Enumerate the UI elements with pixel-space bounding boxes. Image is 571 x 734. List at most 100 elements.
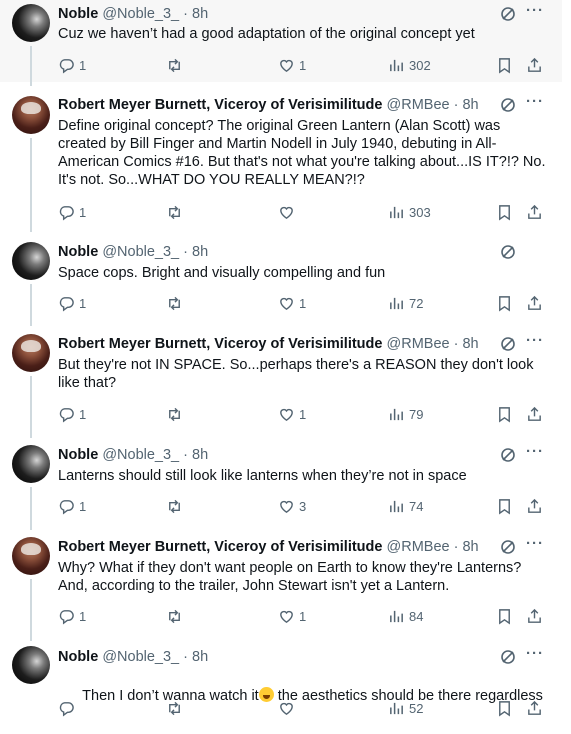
bookmark-button[interactable] — [496, 293, 513, 313]
timestamp[interactable]: 8h — [192, 244, 208, 260]
avatar[interactable] — [12, 537, 50, 575]
like-button[interactable] — [278, 202, 295, 222]
timestamp[interactable]: 8h — [192, 6, 208, 22]
retweet-button[interactable] — [166, 55, 183, 75]
bookmark-button[interactable] — [496, 496, 513, 516]
reply-count: 1 — [79, 204, 87, 220]
share-button[interactable] — [526, 606, 543, 626]
author-handle[interactable]: @Noble_3_ — [102, 447, 179, 463]
thread-line — [30, 579, 32, 641]
author-name[interactable]: Noble — [58, 6, 98, 22]
share-button[interactable] — [526, 202, 543, 222]
views-chart-icon — [390, 297, 403, 309]
thread-line — [30, 376, 32, 438]
grok-icon[interactable] — [500, 447, 516, 463]
like-button[interactable] — [278, 698, 295, 718]
views-button[interactable]: 74 — [388, 496, 423, 516]
more-options-button[interactable]: ··· — [526, 332, 544, 349]
author-name[interactable]: Robert Meyer Burnett, Viceroy of Verisim… — [58, 336, 382, 352]
bookmark-button[interactable] — [496, 55, 513, 75]
tweet[interactable]: Noble @Noble_3_ · 8h Space cops. Bright … — [0, 236, 562, 326]
views-button[interactable]: 79 — [388, 404, 423, 424]
retweet-button[interactable] — [166, 293, 183, 313]
bookmark-icon — [499, 498, 510, 514]
avatar[interactable] — [12, 646, 50, 684]
bookmark-button[interactable] — [496, 606, 513, 626]
more-options-button[interactable]: ··· — [526, 93, 544, 110]
timestamp[interactable]: 8h — [192, 447, 208, 463]
like-button[interactable]: 1 — [278, 404, 306, 424]
tweet[interactable]: Noble @Noble_3_ · 8h ··· Lanterns should… — [0, 438, 562, 530]
author-name[interactable]: Robert Meyer Burnett, Viceroy of Verisim… — [58, 97, 382, 113]
author-handle[interactable]: @Noble_3_ — [102, 244, 179, 260]
author-handle[interactable]: @RMBee — [387, 539, 450, 555]
views-button[interactable]: 84 — [388, 606, 423, 626]
view-count: 302 — [409, 57, 431, 73]
author-name[interactable]: Noble — [58, 649, 98, 665]
avatar[interactable] — [12, 4, 50, 42]
more-options-button[interactable]: ··· — [526, 535, 544, 552]
author-handle[interactable]: @RMBee — [387, 336, 450, 352]
grok-icon[interactable] — [500, 6, 516, 22]
views-button[interactable]: 303 — [388, 202, 431, 222]
author-name[interactable]: Noble — [58, 447, 98, 463]
grok-icon[interactable] — [500, 244, 516, 260]
grok-icon[interactable] — [500, 649, 516, 665]
reply-button[interactable]: 1 — [58, 606, 86, 626]
grok-icon[interactable] — [500, 97, 516, 113]
share-button[interactable] — [526, 293, 543, 313]
reply-button[interactable]: 1 — [58, 293, 86, 313]
retweet-button[interactable] — [166, 404, 183, 424]
view-count: 79 — [409, 406, 424, 422]
reply-button[interactable]: 1 — [58, 55, 86, 75]
like-button[interactable]: 3 — [278, 496, 306, 516]
avatar[interactable] — [12, 445, 50, 483]
timestamp[interactable]: 8h — [462, 336, 478, 352]
grok-icon[interactable] — [500, 336, 516, 352]
like-button[interactable]: 1 — [278, 293, 306, 313]
views-button[interactable]: 72 — [388, 293, 423, 313]
separator-dot: · — [453, 336, 459, 352]
retweet-button[interactable] — [166, 698, 183, 718]
tweet[interactable]: Noble @Noble_3_ · 8h ··· Cuz we haven’t … — [0, 0, 562, 86]
author-name[interactable]: Robert Meyer Burnett, Viceroy of Verisim… — [58, 539, 382, 555]
reply-button[interactable]: 1 — [58, 404, 86, 424]
share-button[interactable] — [526, 55, 543, 75]
share-button[interactable] — [526, 404, 543, 424]
timestamp[interactable]: 8h — [462, 539, 478, 555]
avatar[interactable] — [12, 96, 50, 134]
tweet[interactable]: Noble @Noble_3_ · 8h ··· Then I don’t wa… — [0, 640, 562, 730]
reply-button[interactable]: 1 — [58, 202, 86, 222]
retweet-button[interactable] — [166, 496, 183, 516]
share-button[interactable] — [526, 496, 543, 516]
bookmark-button[interactable] — [496, 698, 513, 718]
reply-button[interactable]: 1 — [58, 496, 86, 516]
reply-button[interactable] — [58, 698, 75, 718]
author-name[interactable]: Noble — [58, 244, 98, 260]
tweet-text: Cuz we haven’t had a good adaptation of … — [58, 26, 475, 42]
author-handle[interactable]: @Noble_3_ — [102, 6, 179, 22]
tweet[interactable]: Robert Meyer Burnett, Viceroy of Verisim… — [0, 328, 562, 438]
avatar[interactable] — [12, 242, 50, 280]
like-button[interactable]: 1 — [278, 606, 306, 626]
views-button[interactable]: 52 — [388, 698, 423, 718]
bookmark-button[interactable] — [496, 404, 513, 424]
retweet-button[interactable] — [166, 202, 183, 222]
bookmark-button[interactable] — [496, 202, 513, 222]
more-options-button[interactable]: ··· — [526, 2, 544, 19]
share-button[interactable] — [526, 698, 543, 718]
more-options-button[interactable]: ··· — [526, 443, 544, 460]
retweet-button[interactable] — [166, 606, 183, 626]
tweet[interactable]: Robert Meyer Burnett, Viceroy of Verisim… — [0, 86, 562, 232]
timestamp[interactable]: 8h — [192, 649, 208, 665]
author-handle[interactable]: @RMBee — [387, 97, 450, 113]
more-options-button[interactable]: ··· — [526, 645, 544, 662]
tweet-text: But they're not IN SPACE. So...perhaps t… — [58, 357, 534, 391]
tweet[interactable]: Robert Meyer Burnett, Viceroy of Verisim… — [0, 530, 562, 641]
avatar[interactable] — [12, 334, 50, 372]
author-handle[interactable]: @Noble_3_ — [102, 649, 179, 665]
timestamp[interactable]: 8h — [462, 97, 478, 113]
grok-icon[interactable] — [500, 539, 516, 555]
views-button[interactable]: 302 — [388, 55, 431, 75]
like-button[interactable]: 1 — [278, 55, 306, 75]
